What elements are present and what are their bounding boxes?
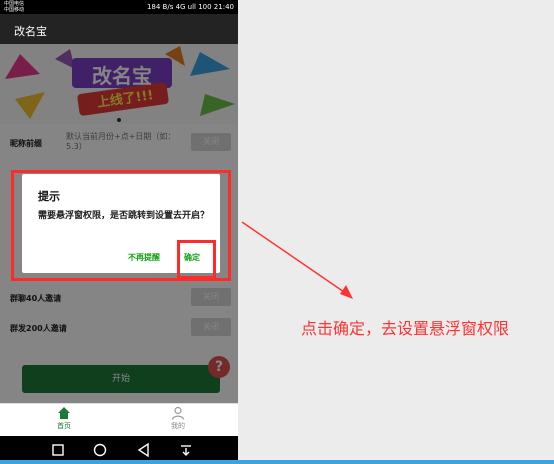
bottom-accent-line bbox=[0, 460, 554, 464]
annotation-text: 点击确定，去设置悬浮窗权限 bbox=[301, 319, 510, 338]
annotation-arrow bbox=[241, 221, 353, 299]
